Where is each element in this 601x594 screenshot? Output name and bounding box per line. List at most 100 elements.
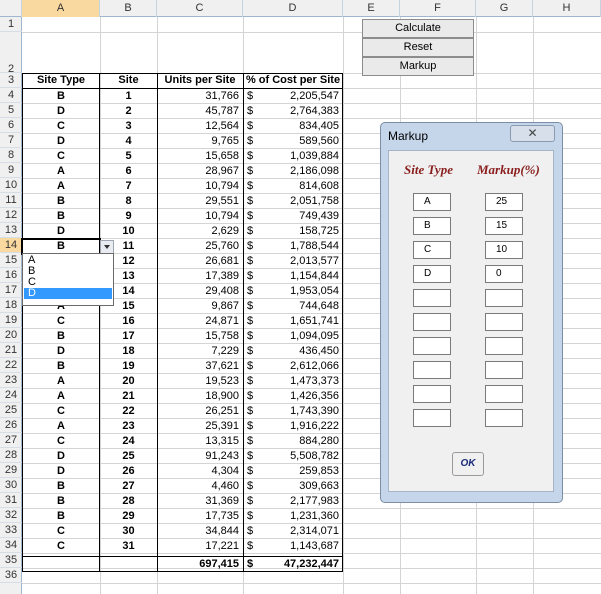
markup-textbox[interactable] — [485, 337, 523, 355]
markup-button[interactable]: Markup — [362, 57, 474, 76]
column-header-c[interactable]: C — [157, 0, 243, 17]
cell-cost[interactable]: $436,450 — [243, 344, 343, 359]
row-header[interactable]: 27 — [0, 433, 22, 448]
cell-site[interactable]: 5 — [100, 149, 157, 164]
cell-units[interactable]: 9,867 — [157, 299, 243, 314]
select-all-corner[interactable] — [0, 0, 22, 17]
dropdown-arrow-button[interactable] — [100, 240, 114, 254]
cell-site[interactable]: 26 — [100, 464, 157, 479]
row-header[interactable]: 4 — [0, 88, 22, 103]
cell-units[interactable]: 9,765 — [157, 134, 243, 149]
row-header[interactable]: 23 — [0, 373, 22, 388]
cell-cost[interactable]: $259,853 — [243, 464, 343, 479]
cell-units[interactable]: 18,900 — [157, 389, 243, 404]
row-header[interactable]: 17 — [0, 283, 22, 298]
cell-site-type[interactable]: B — [22, 329, 100, 344]
row-header[interactable]: 1 — [0, 17, 22, 32]
dropdown-option[interactable]: C — [24, 277, 112, 288]
cell-site[interactable]: 4 — [100, 134, 157, 149]
cell-site[interactable]: 8 — [100, 194, 157, 209]
cell-units[interactable]: 26,251 — [157, 404, 243, 419]
cell-site-type[interactable]: A — [22, 389, 100, 404]
row-header[interactable]: 19 — [0, 313, 22, 328]
cell-cost[interactable]: $1,473,373 — [243, 374, 343, 389]
cell-cost[interactable]: $1,143,687 — [243, 539, 343, 554]
cell-units[interactable]: 15,758 — [157, 329, 243, 344]
close-button[interactable]: ✕ — [510, 125, 555, 142]
cell-cost[interactable]: $309,663 — [243, 479, 343, 494]
cell-cost[interactable]: $814,608 — [243, 179, 343, 194]
cell-cost[interactable]: $1,743,390 — [243, 404, 343, 419]
cell-units[interactable]: 45,787 — [157, 104, 243, 119]
site-type-textbox[interactable]: B — [413, 217, 451, 235]
cell-units[interactable]: 25,760 — [157, 239, 243, 254]
column-header-d[interactable]: D — [243, 0, 343, 17]
calculate-button[interactable]: Calculate — [362, 19, 474, 38]
cell-site-type[interactable]: C — [22, 149, 100, 164]
cell-site-type[interactable]: C — [22, 119, 100, 134]
cell-site[interactable]: 16 — [100, 314, 157, 329]
cell-site[interactable]: 6 — [100, 164, 157, 179]
cell-units[interactable]: 31,766 — [157, 89, 243, 104]
site-type-textbox[interactable]: D — [413, 265, 451, 283]
cell-units[interactable]: 15,658 — [157, 149, 243, 164]
row-header[interactable]: 11 — [0, 193, 22, 208]
row-header[interactable]: 21 — [0, 343, 22, 358]
row-header[interactable]: 13 — [0, 223, 22, 238]
row-header[interactable]: 25 — [0, 403, 22, 418]
cell-cost[interactable]: $2,013,577 — [243, 254, 343, 269]
column-header-e[interactable]: E — [343, 0, 400, 17]
cell-units[interactable]: 2,629 — [157, 224, 243, 239]
cell-cost[interactable]: $5,508,782 — [243, 449, 343, 464]
cell-site-type[interactable]: D — [22, 134, 100, 149]
site-type-textbox[interactable] — [413, 337, 451, 355]
cell-site[interactable]: 20 — [100, 374, 157, 389]
cell-site[interactable]: 9 — [100, 209, 157, 224]
cell-units[interactable]: 4,460 — [157, 479, 243, 494]
row-header[interactable]: 5 — [0, 103, 22, 118]
cell-cost[interactable]: $1,916,222 — [243, 419, 343, 434]
cell-site-type[interactable]: A — [22, 419, 100, 434]
row-header[interactable]: 24 — [0, 388, 22, 403]
cell-site[interactable]: 17 — [100, 329, 157, 344]
row-header[interactable]: 32 — [0, 508, 22, 523]
row-header[interactable]: 6 — [0, 118, 22, 133]
cell-site-type[interactable]: D — [22, 464, 100, 479]
row-header[interactable]: 14 — [0, 238, 22, 253]
row-header[interactable]: 22 — [0, 358, 22, 373]
markup-textbox[interactable]: 25 — [485, 193, 523, 211]
site-type-textbox[interactable]: A — [413, 193, 451, 211]
markup-textbox[interactable] — [485, 409, 523, 427]
cell-cost[interactable]: $1,953,054 — [243, 284, 343, 299]
cell-cost[interactable]: $2,314,071 — [243, 524, 343, 539]
cell-units[interactable]: 19,523 — [157, 374, 243, 389]
row-header[interactable]: 15 — [0, 253, 22, 268]
cell-site-type[interactable]: D — [22, 344, 100, 359]
cell-units[interactable]: 17,221 — [157, 539, 243, 554]
cell-site-type[interactable]: B — [22, 494, 100, 509]
cell-cost[interactable]: $2,051,758 — [243, 194, 343, 209]
markup-textbox[interactable] — [485, 289, 523, 307]
cell-cost[interactable]: $2,177,983 — [243, 494, 343, 509]
row-header[interactable]: 12 — [0, 208, 22, 223]
cell-units[interactable]: 7,229 — [157, 344, 243, 359]
cell-site-type[interactable]: D — [22, 449, 100, 464]
cell-site[interactable]: 31 — [100, 539, 157, 554]
cell-cost[interactable]: $1,039,884 — [243, 149, 343, 164]
cell-units[interactable]: 10,794 — [157, 209, 243, 224]
row-header[interactable]: 34 — [0, 538, 22, 553]
dropdown-option[interactable]: A — [24, 255, 112, 266]
cell-units[interactable]: 17,389 — [157, 269, 243, 284]
column-header-a[interactable]: A — [22, 0, 100, 17]
cell-site[interactable]: 10 — [100, 224, 157, 239]
cell-units[interactable]: 10,794 — [157, 179, 243, 194]
cell-units[interactable]: 34,844 — [157, 524, 243, 539]
cell-units[interactable]: 31,369 — [157, 494, 243, 509]
cell-site[interactable]: 1 — [100, 89, 157, 104]
cell-units[interactable]: 26,681 — [157, 254, 243, 269]
cell-site[interactable]: 23 — [100, 419, 157, 434]
cell-cost[interactable]: $2,186,098 — [243, 164, 343, 179]
markup-textbox[interactable]: 0 — [485, 265, 523, 283]
cell-units[interactable]: 24,871 — [157, 314, 243, 329]
row-header[interactable]: 33 — [0, 523, 22, 538]
